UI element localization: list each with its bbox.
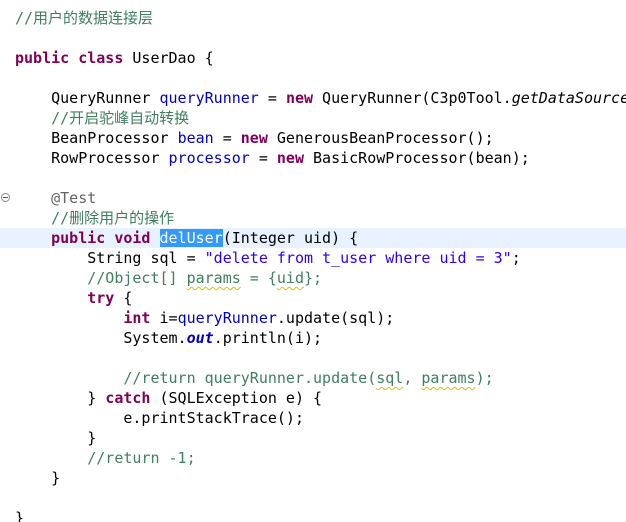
code-line[interactable]: try { (0, 288, 626, 308)
code-token: sql (376, 369, 404, 387)
code-line[interactable]: //return -1; (0, 448, 626, 468)
code-line[interactable]: BeanProcessor bean = new GenerousBeanPro… (0, 128, 626, 148)
code-line[interactable]: //删除用户的操作 (0, 208, 626, 228)
code-token: e.printStackTrace(); (15, 409, 304, 427)
code-line[interactable]: RowProcessor processor = new BasicRowPro… (0, 148, 626, 168)
code-token: QueryRunner(C3p0Tool. (313, 89, 512, 107)
code-line[interactable]: System.out.println(i); (0, 328, 626, 348)
selected-text: delUser (159, 229, 223, 247)
code-token: } (15, 429, 97, 447)
code-line[interactable] (0, 28, 626, 48)
code-token: //删除用户的操作 (51, 209, 175, 227)
code-token: GenerousBeanProcessor(); (267, 129, 494, 147)
code-token: //Object[] (87, 269, 187, 287)
code-token: class (78, 49, 124, 67)
code-token: QueryRunner (15, 89, 160, 107)
code-token: } (15, 509, 25, 522)
code-token: public (15, 49, 70, 67)
code-token: bean (177, 129, 214, 147)
code-token: } (15, 469, 61, 487)
code-token: i= (150, 309, 178, 327)
code-line[interactable]: //return queryRunner.update(sql, params)… (0, 368, 626, 388)
code-token: , (403, 369, 422, 387)
code-token: BasicRowProcessor(bean); (304, 149, 530, 167)
code-token: params (421, 369, 476, 387)
code-line[interactable] (0, 488, 626, 508)
code-token: RowProcessor (15, 149, 169, 167)
code-line[interactable]: } (0, 468, 626, 488)
code-token: { (114, 289, 133, 307)
code-token: (Integer uid) { (222, 229, 359, 247)
code-token: System. (15, 329, 187, 347)
code-token: @Test (51, 189, 97, 207)
code-line[interactable] (0, 68, 626, 88)
code-line[interactable]: QueryRunner queryRunner = new QueryRunne… (0, 88, 626, 108)
code-token: = (258, 89, 286, 107)
code-token: BeanProcessor (15, 129, 178, 147)
code-token: UserDao { (123, 49, 214, 67)
code-line[interactable]: @Test (0, 188, 626, 208)
code-token: queryRunner (177, 309, 277, 327)
code-token: processor (168, 149, 250, 167)
code-line-current[interactable]: public void delUser(Integer uid) { (0, 228, 626, 248)
code-token: uid (276, 269, 304, 287)
code-token: } (15, 389, 106, 407)
code-token: public (51, 229, 106, 247)
code-token: queryRunner (159, 89, 259, 107)
code-line[interactable]: //开启驼峰自动转换 (0, 108, 626, 128)
code-token: params (186, 269, 241, 287)
code-token: .update(sql); (276, 309, 395, 327)
code-token: ; (511, 249, 521, 267)
code-line[interactable] (0, 348, 626, 368)
code-line[interactable]: //用户的数据连接层 (0, 8, 626, 28)
code-token: //return -1; (87, 449, 196, 467)
code-line[interactable]: } (0, 508, 626, 522)
code-token: new (240, 129, 268, 147)
code-token: out (186, 329, 214, 347)
code-token: //开启驼峰自动转换 (51, 109, 190, 127)
code-token: new (276, 149, 304, 167)
code-token: //return queryRunner.update( (123, 369, 377, 387)
code-line[interactable]: //Object[] params = {uid}; (0, 268, 626, 288)
code-line[interactable]: int i=queryRunner.update(sql); (0, 308, 626, 328)
code-token: new (285, 89, 314, 107)
code-token: String sql = (15, 249, 205, 267)
code-token: }; (304, 269, 323, 287)
code-token: void (114, 229, 151, 247)
code-token: int (123, 309, 151, 327)
code-line[interactable]: } (0, 428, 626, 448)
code-editor[interactable]: //用户的数据连接层 public class UserDao { QueryRu… (0, 0, 626, 522)
code-token: = { (240, 269, 277, 287)
code-token: .println(i); (213, 329, 323, 347)
code-token: try (87, 289, 115, 307)
code-line[interactable]: e.printStackTrace(); (0, 408, 626, 428)
code-token: ); (475, 369, 494, 387)
code-token: getDataSource (511, 89, 626, 107)
code-token: = (213, 129, 241, 147)
code-token: (SQLException e) { (150, 389, 323, 407)
code-line[interactable] (0, 168, 626, 188)
code-token: //用户的数据连接层 (15, 9, 154, 27)
code-token: "delete from t_user where uid = 3" (204, 249, 512, 267)
code-line[interactable]: } catch (SQLException e) { (0, 388, 626, 408)
code-token: catch (105, 389, 151, 407)
code-line[interactable]: public class UserDao { (0, 48, 626, 68)
code-token: = (249, 149, 277, 167)
code-line[interactable]: String sql = "delete from t_user where u… (0, 248, 626, 268)
